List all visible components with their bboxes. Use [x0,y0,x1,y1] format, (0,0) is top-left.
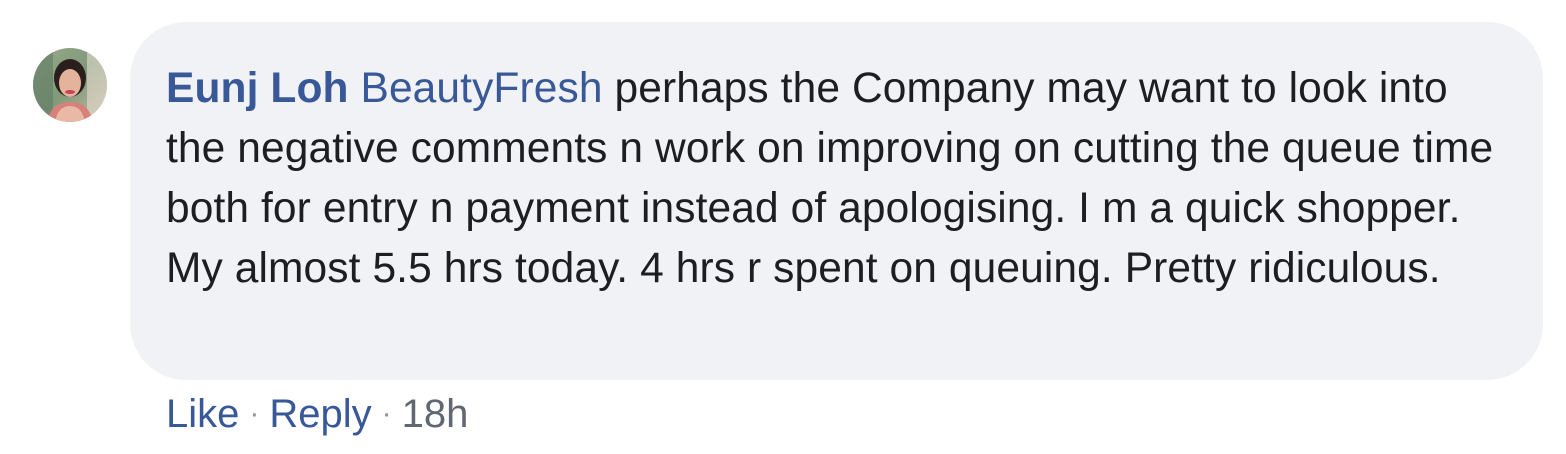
profile-photo-icon [33,48,107,122]
author-name[interactable]: Eunj Loh [166,65,349,112]
avatar[interactable] [33,48,107,122]
reply-button[interactable]: Reply [269,392,371,436]
comment-body: Eunj Loh BeautyFresh perhaps the Company… [166,59,1516,299]
timestamp[interactable]: 18h [402,392,469,436]
comment-actions: Like · Reply · 18h [166,389,468,443]
comment: Eunj Loh BeautyFresh perhaps the Company… [0,0,1566,454]
separator-dot: · [381,397,392,430]
separator-dot: · [249,397,260,430]
comment-bubble: Eunj Loh BeautyFresh perhaps the Company… [130,22,1543,380]
like-button[interactable]: Like [166,392,239,436]
mention-link[interactable]: BeautyFresh [361,65,603,112]
